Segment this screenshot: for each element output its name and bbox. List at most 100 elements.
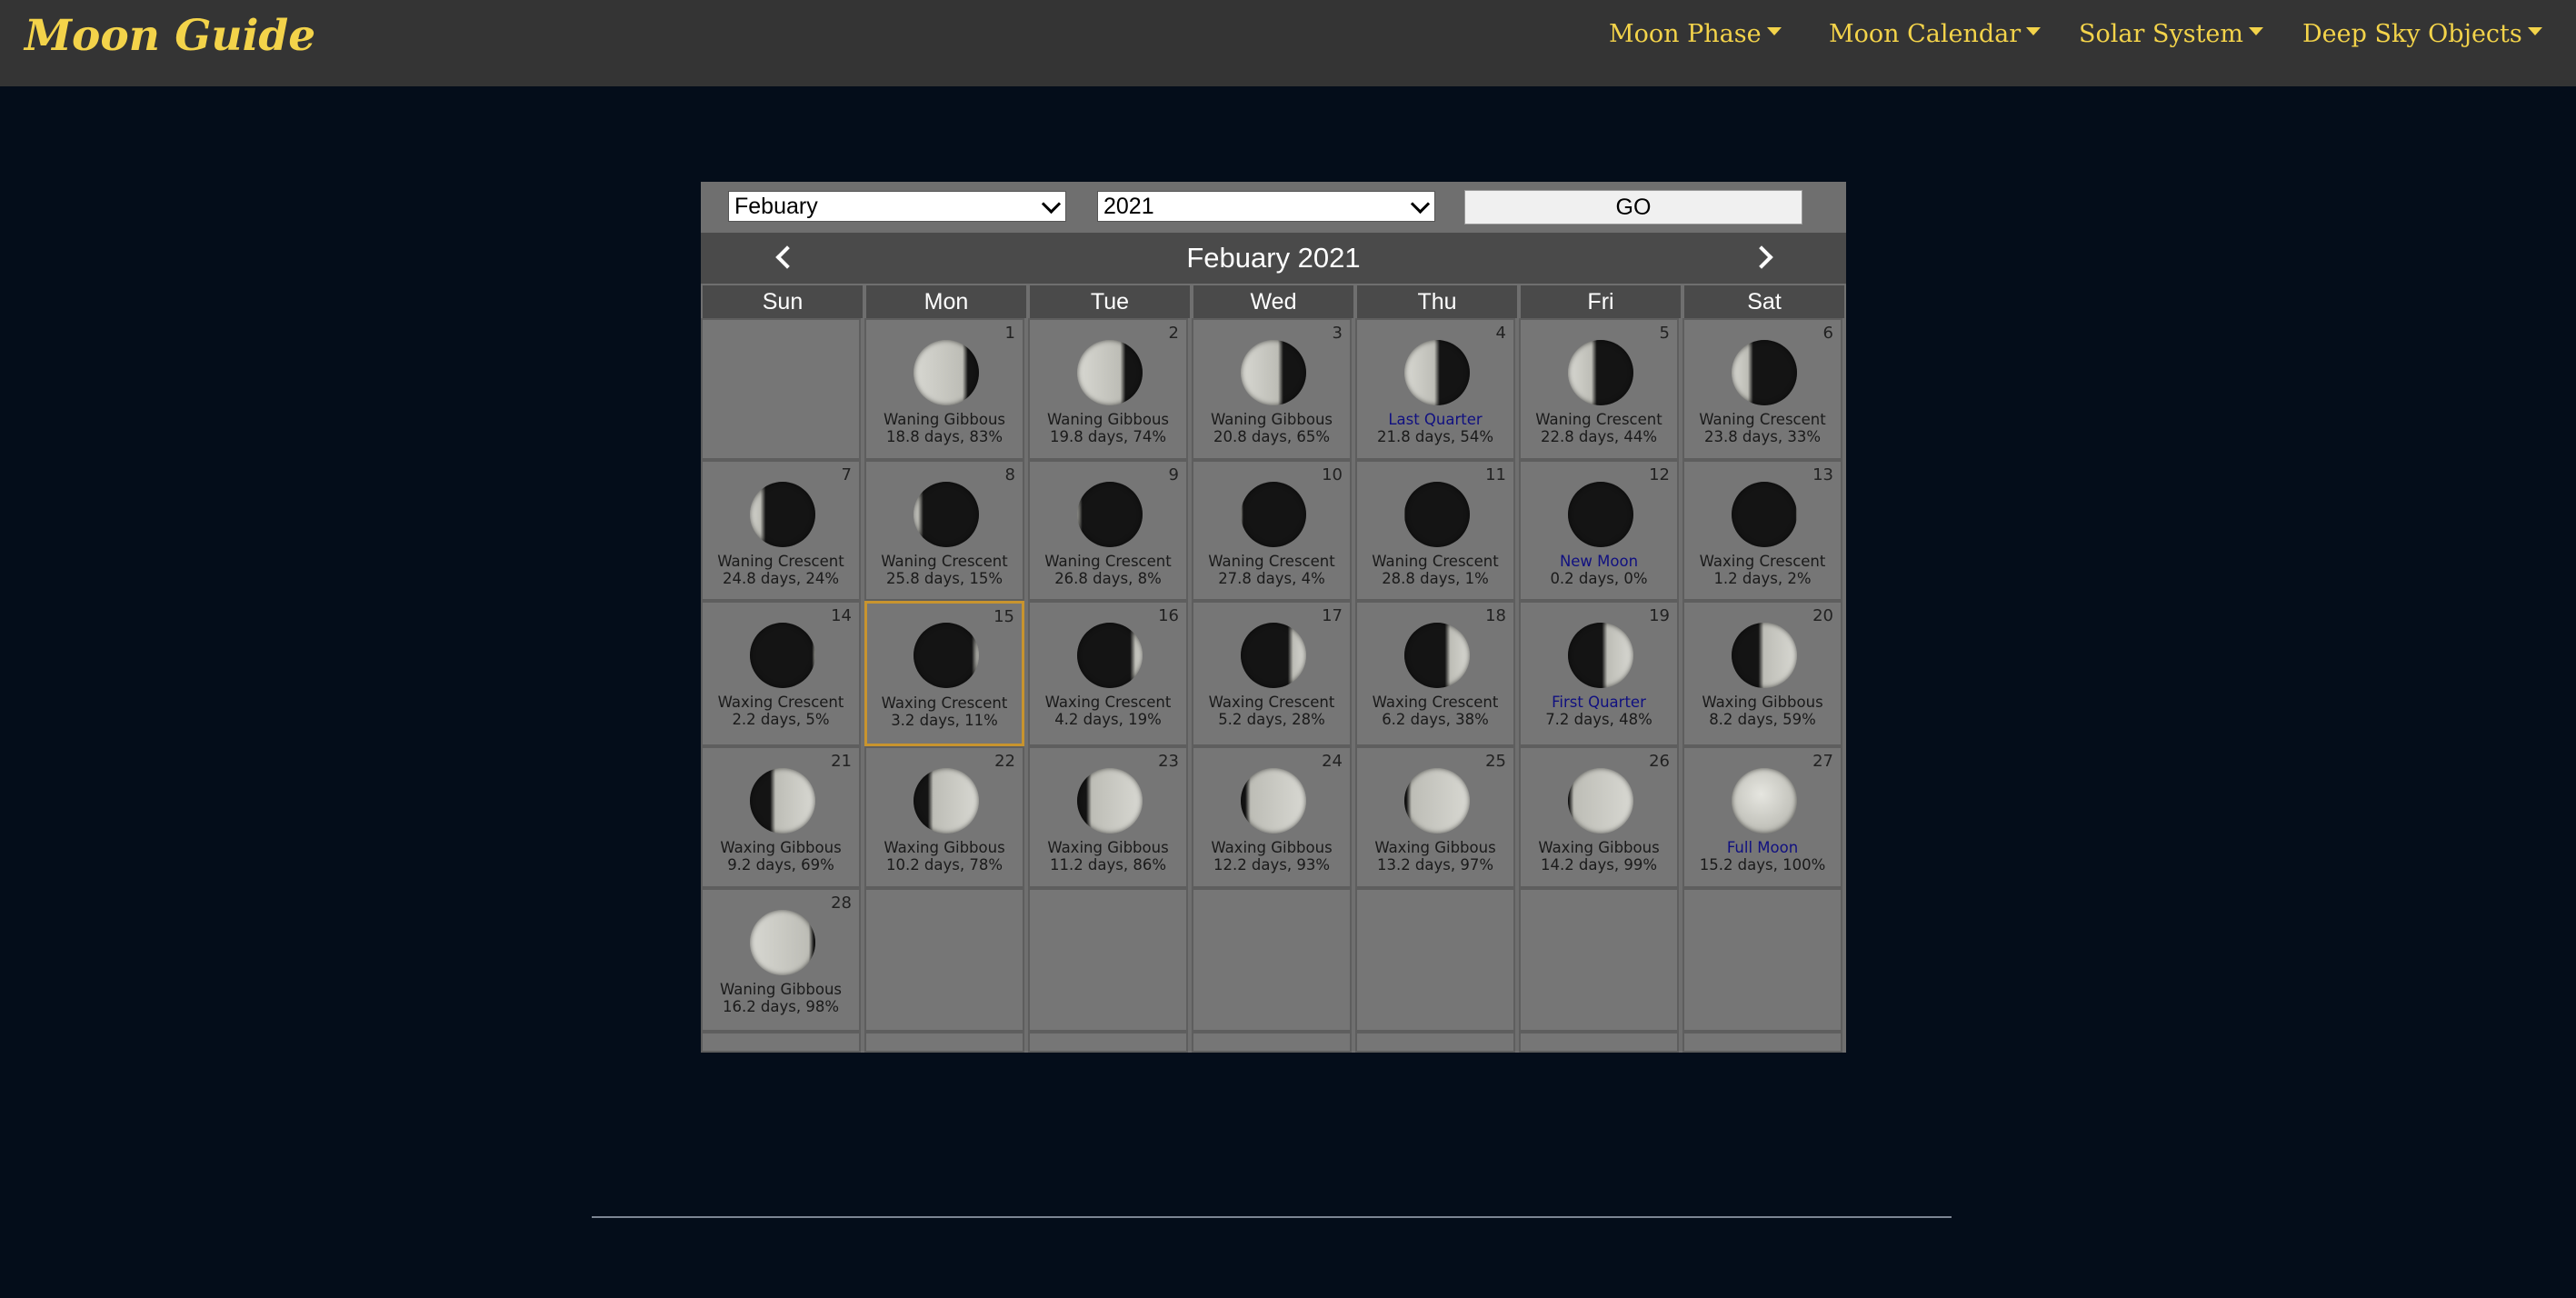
phase-name: Waxing Crescent bbox=[881, 694, 1008, 712]
phase-age-illumination: 3.2 days, 11% bbox=[891, 712, 998, 729]
chevron-down-icon bbox=[1041, 194, 1062, 215]
day-number: 18 bbox=[1485, 606, 1506, 625]
day-number: 9 bbox=[1168, 465, 1179, 484]
phase-age-illumination: 27.8 days, 4% bbox=[1218, 570, 1325, 587]
day-number: 11 bbox=[1485, 465, 1506, 484]
phase-age-illumination: 15.2 days, 100% bbox=[1699, 856, 1826, 874]
phase-age-illumination: 9.2 days, 69% bbox=[727, 856, 834, 874]
day-number: 14 bbox=[831, 606, 852, 625]
caret-down-icon bbox=[2249, 27, 2264, 35]
phase-age-illumination: 21.8 days, 54% bbox=[1376, 428, 1494, 445]
phase-age-illumination: 26.8 days, 8% bbox=[1054, 570, 1162, 587]
day-cell[interactable]: 7 Waning Crescent 24.8 days, 24% bbox=[701, 460, 861, 601]
day-cell[interactable]: 18 Waxing Crescent 6.2 days, 38% bbox=[1355, 601, 1515, 746]
phase-name: Waning Crescent bbox=[1699, 411, 1826, 428]
day-cell[interactable]: 22 Waxing Gibbous 10.2 days, 78% bbox=[864, 746, 1024, 888]
day-cell[interactable]: 10 Waning Crescent 27.8 days, 4% bbox=[1192, 460, 1352, 601]
day-cell[interactable]: 1 Waning Gibbous 18.8 days, 83% bbox=[864, 318, 1024, 460]
day-cell[interactable]: 4 Last Quarter 21.8 days, 54% bbox=[1355, 318, 1515, 460]
month-header: Febuary 2021 bbox=[701, 233, 1846, 284]
phase-name: New Moon bbox=[1559, 553, 1639, 570]
day-number: 1 bbox=[1004, 324, 1015, 343]
day-cell[interactable]: 16 Waxing Crescent 4.2 days, 19% bbox=[1028, 601, 1188, 746]
month-select[interactable]: Febuary bbox=[728, 191, 1066, 222]
phase-age-illumination: 12.2 days, 93% bbox=[1213, 856, 1331, 874]
day-cell[interactable]: 17 Waxing Crescent 5.2 days, 28% bbox=[1192, 601, 1352, 746]
moon-phase-icon bbox=[1241, 768, 1306, 834]
weekday-header: Sun Mon Tue Wed Thu Fri Sat bbox=[701, 284, 1846, 318]
phase-age-illumination: 19.8 days, 74% bbox=[1049, 428, 1167, 445]
day-cell[interactable]: 23 Waxing Gibbous 11.2 days, 86% bbox=[1028, 746, 1188, 888]
phase-age-illumination: 22.8 days, 44% bbox=[1540, 428, 1658, 445]
phase-name: Waxing Gibbous bbox=[1702, 694, 1823, 711]
day-cell[interactable]: 20 Waxing Gibbous 8.2 days, 59% bbox=[1682, 601, 1842, 746]
empty-day-cell bbox=[1355, 888, 1515, 1032]
moon-phase-icon bbox=[1568, 768, 1633, 834]
calendar-grid: 1 Waning Gibbous 18.8 days, 83% 2 Waning Gib… bbox=[701, 318, 1846, 1053]
day-cell[interactable]: 25 Waxing Gibbous 13.2 days, 97% bbox=[1355, 746, 1515, 888]
day-cell[interactable]: 5 Waning Crescent 22.8 days, 44% bbox=[1519, 318, 1679, 460]
phase-name: Waning Crescent bbox=[1535, 411, 1662, 428]
day-number: 25 bbox=[1485, 752, 1506, 771]
phase-name: Full Moon bbox=[1726, 839, 1799, 856]
day-cell[interactable]: 24 Waxing Gibbous 12.2 days, 93% bbox=[1192, 746, 1352, 888]
phase-name: Waxing Crescent bbox=[1208, 694, 1335, 711]
day-cell[interactable]: 6 Waning Crescent 23.8 days, 33% bbox=[1682, 318, 1842, 460]
empty-day-cell bbox=[1519, 888, 1679, 1032]
day-number: 3 bbox=[1332, 324, 1343, 343]
day-cell[interactable]: 2 Waning Gibbous 19.8 days, 74% bbox=[1028, 318, 1188, 460]
phase-age-illumination: 0.2 days, 0% bbox=[1550, 570, 1648, 587]
moon-phase-icon bbox=[1241, 340, 1306, 405]
day-cell[interactable]: 12 New Moon 0.2 days, 0% bbox=[1519, 460, 1679, 601]
phase-age-illumination: 23.8 days, 33% bbox=[1703, 428, 1822, 445]
phase-age-illumination: 20.8 days, 65% bbox=[1213, 428, 1331, 445]
moon-phase-icon bbox=[1241, 482, 1306, 547]
empty-day-cell bbox=[1028, 888, 1188, 1032]
moon-phase-icon bbox=[1568, 482, 1633, 547]
nav-moon-phase[interactable]: Moon Phase bbox=[1609, 0, 1782, 69]
day-number: 24 bbox=[1322, 752, 1343, 771]
day-cell[interactable]: 26 Waxing Gibbous 14.2 days, 99% bbox=[1519, 746, 1679, 888]
phase-name: Waning Gibbous bbox=[1046, 411, 1170, 428]
year-select[interactable]: 2021 bbox=[1097, 191, 1435, 222]
day-cell[interactable]: 3 Waning Gibbous 20.8 days, 65% bbox=[1192, 318, 1352, 460]
day-cell[interactable]: 11 Waning Crescent 28.8 days, 1% bbox=[1355, 460, 1515, 601]
empty-day-cell bbox=[1682, 888, 1842, 1032]
day-cell[interactable]: 21 Waxing Gibbous 9.2 days, 69% bbox=[701, 746, 861, 888]
day-cell[interactable]: 9 Waning Crescent 26.8 days, 8% bbox=[1028, 460, 1188, 601]
day-cell[interactable]: 15 Waxing Crescent 3.2 days, 11% bbox=[864, 601, 1024, 746]
day-cell[interactable]: 28 Waning Gibbous 16.2 days, 98% bbox=[701, 888, 861, 1032]
day-cell[interactable]: 27 Full Moon 15.2 days, 100% bbox=[1682, 746, 1842, 888]
empty-day-cell bbox=[1355, 1032, 1515, 1053]
day-number: 12 bbox=[1649, 465, 1670, 484]
go-button[interactable]: GO bbox=[1464, 190, 1802, 225]
day-number: 5 bbox=[1659, 324, 1670, 343]
chevron-down-icon bbox=[1410, 194, 1431, 215]
moon-phase-icon bbox=[914, 482, 979, 547]
moon-phase-icon bbox=[1404, 768, 1470, 834]
day-cell[interactable]: 13 Waxing Crescent 1.2 days, 2% bbox=[1682, 460, 1842, 601]
day-number: 7 bbox=[841, 465, 852, 484]
day-cell[interactable]: 8 Waning Crescent 25.8 days, 15% bbox=[864, 460, 1024, 601]
nav-solar-system[interactable]: Solar System bbox=[2079, 0, 2264, 69]
empty-day-cell bbox=[1519, 1032, 1679, 1053]
day-cell[interactable]: 19 First Quarter 7.2 days, 48% bbox=[1519, 601, 1679, 746]
moon-phase-icon bbox=[1404, 482, 1470, 547]
phase-name: Waxing Gibbous bbox=[1538, 839, 1660, 856]
moon-phase-icon bbox=[1568, 623, 1633, 688]
phase-age-illumination: 28.8 days, 1% bbox=[1382, 570, 1489, 587]
weekday-mon: Mon bbox=[866, 285, 1026, 318]
weekday-sat: Sat bbox=[1684, 285, 1844, 318]
moon-phase-icon bbox=[750, 623, 815, 688]
phase-age-illumination: 4.2 days, 19% bbox=[1054, 711, 1162, 728]
nav-label: Deep Sky Objects bbox=[2302, 20, 2522, 48]
moon-phase-icon bbox=[750, 768, 815, 834]
moon-phase-icon bbox=[1732, 340, 1797, 405]
phase-name: Waxing Gibbous bbox=[720, 839, 842, 856]
nav-moon-calendar[interactable]: Moon Calendar bbox=[1829, 0, 2042, 69]
phase-name: Waxing Gibbous bbox=[884, 839, 1005, 856]
empty-day-cell bbox=[864, 1032, 1024, 1053]
brand-logo[interactable]: Moon Guide bbox=[25, 4, 315, 69]
nav-deep-sky-objects[interactable]: Deep Sky Objects bbox=[2302, 0, 2542, 69]
day-cell[interactable]: 14 Waxing Crescent 2.2 days, 5% bbox=[701, 601, 861, 746]
